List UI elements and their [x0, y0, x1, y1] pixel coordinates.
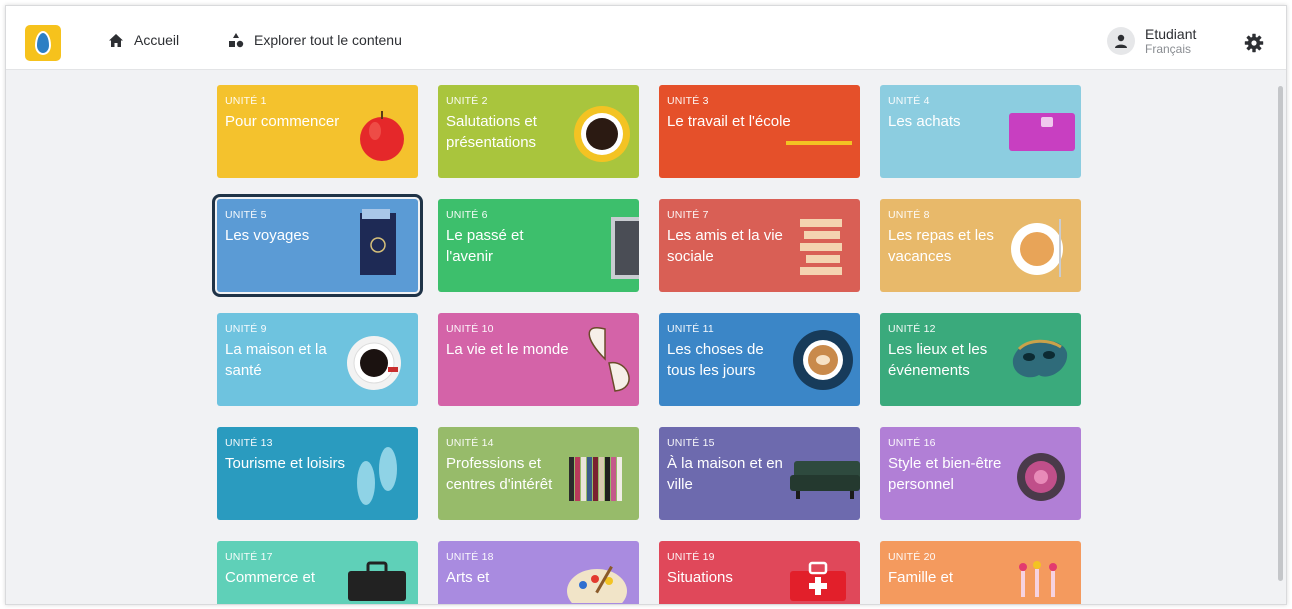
unit-title: Arts et: [446, 569, 490, 586]
unit-title: Professions et centres d'intérêt: [446, 455, 553, 493]
unit-number: UNITÉ 15: [667, 437, 715, 449]
scrollbar-thumb[interactable]: [1278, 86, 1283, 581]
unit-card-13[interactable]: UNITÉ 13 Tourisme et loisirs: [217, 427, 418, 520]
unit-number: UNITÉ 9: [225, 323, 267, 335]
unit-card-15[interactable]: UNITÉ 15 À la maison et en ville: [659, 427, 860, 520]
passport-icon: [360, 209, 396, 275]
unit-number: UNITÉ 6: [446, 209, 488, 221]
settings-button[interactable]: [1244, 33, 1264, 58]
user-profile-menu[interactable]: Etudiant Français: [1107, 26, 1196, 56]
gear-icon: [1244, 33, 1264, 53]
mask-icon: [1012, 339, 1068, 378]
unit-number: UNITÉ 5: [225, 209, 267, 221]
unit-title: Pour commencer: [225, 113, 340, 130]
unit-card-3[interactable]: UNITÉ 3 Le travail et l'école: [659, 85, 860, 178]
pencil-icon: [786, 141, 852, 145]
unit-card-5[interactable]: UNITÉ 5 Les voyages: [212, 194, 423, 297]
unit-title: Les voyages: [225, 227, 310, 244]
unit-card-6[interactable]: UNITÉ 6 Le passé et l'avenir: [438, 199, 639, 292]
user-name: Etudiant: [1145, 26, 1197, 42]
unit-title: Salutations et présentations: [446, 113, 537, 151]
unit-number: UNITÉ 12: [888, 323, 936, 335]
plate-icon: [1011, 219, 1063, 277]
jenga-icon: [800, 219, 842, 275]
wallet-icon: [1009, 113, 1075, 151]
unit-title: La vie et le monde: [446, 341, 569, 358]
unit-title: Les lieux et les événements: [888, 341, 988, 379]
unit-card-16[interactable]: UNITÉ 16 Style et bien-être personnel: [880, 427, 1081, 520]
apple-icon: [360, 111, 404, 161]
latte-icon: [793, 330, 853, 390]
palette-icon: [567, 565, 627, 603]
unit-number: UNITÉ 20: [888, 551, 936, 563]
home-icon: [109, 33, 123, 47]
coffee-cup-icon: [574, 106, 630, 162]
unit-title: Famille et: [888, 569, 954, 586]
unit-card-14[interactable]: UNITÉ 14 Professions et centres d'intérê…: [438, 427, 639, 520]
unit-card-19[interactable]: UNITÉ 19 Situations: [659, 541, 860, 604]
unit-card-9[interactable]: UNITÉ 9 La maison et la santé: [217, 313, 418, 406]
unit-number: UNITÉ 2: [446, 95, 488, 107]
unit-card-12[interactable]: UNITÉ 12 Les lieux et les événements: [880, 313, 1081, 406]
unit-card-4[interactable]: UNITÉ 4 Les achats: [880, 85, 1081, 178]
nav-home-link[interactable]: Accueil: [108, 32, 179, 48]
unit-number: UNITÉ 4: [888, 95, 930, 107]
unit-number: UNITÉ 1: [225, 95, 267, 107]
unit-card-20[interactable]: UNITÉ 20 Famille et: [880, 541, 1081, 604]
app-logo[interactable]: [25, 25, 61, 61]
unit-number: UNITÉ 17: [225, 551, 273, 563]
logo-drop-icon: [35, 31, 51, 55]
espresso-icon: [347, 336, 401, 390]
unit-title: Les achats: [888, 113, 961, 130]
butterfly-icon: [588, 327, 630, 392]
unit-title: Tourisme et loisirs: [225, 455, 346, 472]
unit-title: Le travail et l'école: [667, 113, 791, 130]
unit-title: Commerce et: [225, 569, 316, 586]
unit-title: Le passé et l'avenir: [446, 227, 524, 265]
briefcase-icon: [348, 561, 406, 601]
unit-card-2[interactable]: UNITÉ 2 Salutations et présentations: [438, 85, 639, 178]
unit-number: UNITÉ 16: [888, 437, 936, 449]
unit-number: UNITÉ 13: [225, 437, 273, 449]
nav-explore-label: Explorer tout le contenu: [254, 32, 402, 48]
unit-title: À la maison et en ville: [667, 455, 783, 493]
unit-card-10[interactable]: UNITÉ 10 La vie et le monde: [438, 313, 639, 406]
unit-card-7[interactable]: UNITÉ 7 Les amis et la vie sociale: [659, 199, 860, 292]
unit-number: UNITÉ 19: [667, 551, 715, 563]
laptop-icon: [611, 217, 639, 279]
unit-title: Style et bien-être personnel: [888, 455, 1002, 493]
top-navigation-bar: Accueil Explorer tout le contenu Etudian…: [6, 6, 1286, 70]
vase-icon: [1019, 561, 1057, 597]
nav-explore-link[interactable]: Explorer tout le contenu: [228, 32, 402, 48]
unit-card-8[interactable]: UNITÉ 8 Les repas et les vacances: [880, 199, 1081, 292]
vertical-scrollbar[interactable]: [1276, 70, 1286, 604]
unit-number: UNITÉ 3: [667, 95, 709, 107]
unit-number: UNITÉ 8: [888, 209, 930, 221]
unit-number: UNITÉ 18: [446, 551, 494, 563]
unit-card-18[interactable]: UNITÉ 18 Arts et: [438, 541, 639, 604]
unit-number: UNITÉ 14: [446, 437, 494, 449]
flower-icon: [1017, 453, 1065, 501]
user-language: Français: [1145, 42, 1192, 56]
unit-number: UNITÉ 7: [667, 209, 709, 221]
unit-title: Situations: [667, 569, 733, 586]
unit-number: UNITÉ 10: [446, 323, 494, 335]
app-window: Accueil Explorer tout le contenu Etudian…: [5, 5, 1287, 605]
unit-card-1[interactable]: UNITÉ 1 Pour commencer: [217, 85, 418, 178]
user-avatar-icon: [1107, 27, 1135, 55]
sofa-icon: [790, 461, 860, 499]
unit-title: Les amis et la vie sociale: [667, 227, 783, 265]
unit-number: UNITÉ 11: [667, 323, 714, 335]
unit-title: La maison et la santé: [225, 341, 327, 379]
unit-card-11[interactable]: UNITÉ 11 Les choses de tous les jours: [659, 313, 860, 406]
unit-card-17[interactable]: UNITÉ 17 Commerce et: [217, 541, 418, 604]
flip-flops-icon: [357, 447, 397, 505]
unit-title: Les repas et les vacances: [888, 227, 994, 265]
nav-home-label: Accueil: [134, 32, 180, 48]
books-icon: [569, 457, 622, 501]
unit-title: Les choses de tous les jours: [667, 341, 764, 379]
first-aid-icon: [790, 561, 846, 601]
explore-icon: [229, 33, 244, 48]
